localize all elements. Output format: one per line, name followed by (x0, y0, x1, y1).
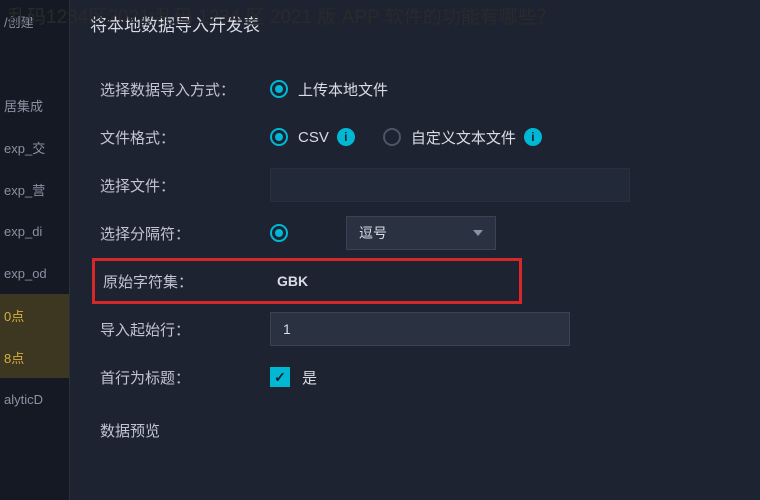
row-delimiter: 选择分隔符： 逗号 (100, 210, 760, 256)
sidebar: /创建 居集成 exp_交 exp_营 exp_di exp_od 0点 8点 … (0, 0, 70, 500)
delimiter-value: 逗号 (359, 223, 387, 243)
radio-circle-icon (270, 224, 288, 242)
sidebar-item-0dian[interactable]: 0点 (0, 294, 69, 336)
sidebar-item-8dian[interactable]: 8点 (0, 336, 69, 378)
row-first-row-header: 首行为标题： ✓ 是 (100, 354, 760, 400)
sidebar-item-exp-od[interactable]: exp_od (0, 252, 69, 294)
start-row-input[interactable] (270, 312, 570, 346)
checkmark-icon: ✓ (274, 369, 286, 386)
row-start-row: 导入起始行： (100, 306, 760, 352)
row-import-method: 选择数据导入方式： 上传本地文件 (100, 66, 760, 112)
label-start-row: 导入起始行： (100, 319, 270, 340)
label-delimiter: 选择分隔符： (100, 223, 270, 244)
sidebar-item-integration[interactable]: 居集成 (0, 84, 69, 126)
label-select-file: 选择文件： (100, 175, 270, 196)
info-icon[interactable]: i (337, 128, 355, 146)
label-charset: 原始字符集： (103, 271, 265, 292)
radio-circle-icon (270, 128, 288, 146)
label-first-row-header: 首行为标题： (100, 367, 270, 388)
label-file-format: 文件格式： (100, 127, 270, 148)
sidebar-item-exp-ying[interactable]: exp_营 (0, 168, 69, 210)
radio-label-upload: 上传本地文件 (298, 79, 388, 100)
sidebar-item-create[interactable]: /创建 (0, 0, 69, 42)
chevron-down-icon (473, 230, 483, 236)
sidebar-item-exp-di[interactable]: exp_di (0, 210, 69, 252)
radio-delimiter[interactable] (270, 224, 298, 242)
radio-circle-icon (383, 128, 401, 146)
checkbox-label-yes: 是 (302, 367, 317, 388)
radio-upload-local[interactable]: 上传本地文件 (270, 79, 388, 100)
form-area: 选择数据导入方式： 上传本地文件 文件格式： CSV i 自定义文本文件 (70, 46, 760, 400)
radio-circle-icon (270, 80, 288, 98)
sidebar-item-alyticd[interactable]: alyticD (0, 378, 69, 420)
radio-label-csv: CSV (298, 129, 329, 146)
file-path-input[interactable] (270, 168, 630, 202)
sidebar-item-1[interactable] (0, 42, 69, 84)
radio-csv[interactable]: CSV i (270, 128, 355, 146)
data-preview-header: 数据预览 (70, 402, 760, 441)
sidebar-item-exp-jiao[interactable]: exp_交 (0, 126, 69, 168)
radio-custom-text[interactable]: 自定义文本文件 i (383, 127, 542, 148)
row-file-format: 文件格式： CSV i 自定义文本文件 i (100, 114, 760, 160)
row-select-file: 选择文件： (100, 162, 760, 208)
main-panel: 将本地数据导入开发表 选择数据导入方式： 上传本地文件 文件格式： CSV i (70, 0, 760, 500)
row-charset-highlighted: 原始字符集： (92, 258, 522, 304)
dialog-title: 将本地数据导入开发表 (70, 0, 760, 46)
info-icon[interactable]: i (524, 128, 542, 146)
charset-input[interactable] (265, 264, 465, 298)
delimiter-select[interactable]: 逗号 (346, 216, 496, 250)
label-import-method: 选择数据导入方式： (100, 79, 270, 100)
radio-label-custom: 自定义文本文件 (411, 127, 516, 148)
checkbox-first-row[interactable]: ✓ (270, 367, 290, 387)
